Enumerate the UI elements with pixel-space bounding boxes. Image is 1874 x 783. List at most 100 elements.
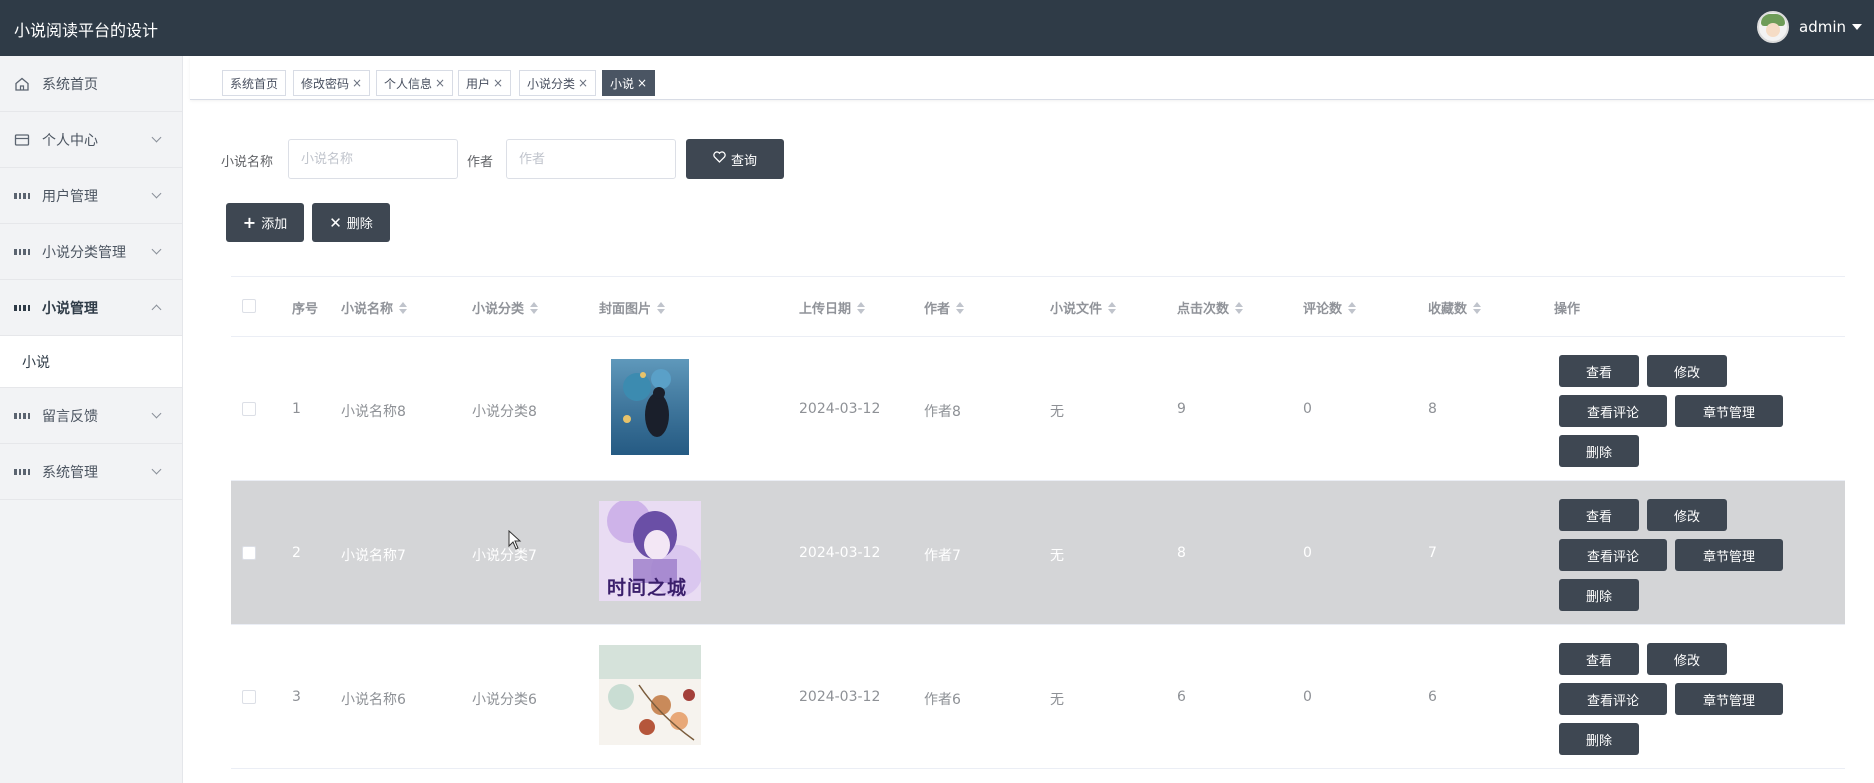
col-actions: 操作: [1554, 302, 1581, 317]
cell-category: 小说分类7: [472, 548, 537, 564]
sidebar-item-home[interactable]: 系统首页: [0, 56, 182, 112]
user-menu[interactable]: admin: [1757, 11, 1862, 43]
sidebar-item-label: 留言反馈: [42, 408, 98, 425]
close-icon[interactable]: ×: [578, 76, 588, 90]
delete-row-button[interactable]: 删除: [1559, 723, 1639, 755]
sort-icon: [857, 301, 866, 314]
caret-down-icon[interactable]: [1852, 24, 1862, 30]
cell-comments: 0: [1303, 689, 1312, 705]
table-row[interactable]: 1 小说名称8 小说分类8 2024-03-12 作者8 无 9 0 8 查看 …: [231, 337, 1845, 481]
cover-image[interactable]: 时间之城: [599, 501, 701, 601]
view-button[interactable]: 查看: [1559, 643, 1639, 675]
cell-index: 1: [292, 401, 301, 417]
sidebar-item-label: 个人中心: [42, 132, 98, 149]
tab-novel[interactable]: 小说 ×: [602, 70, 656, 96]
sidebar-subitem-novel[interactable]: 小说: [0, 336, 182, 388]
view-comments-button[interactable]: 查看评论: [1559, 395, 1667, 427]
sidebar-item-label: 系统首页: [42, 76, 98, 93]
sort-icon: [530, 301, 539, 314]
delete-row-button[interactable]: 删除: [1559, 579, 1639, 611]
col-author[interactable]: 作者: [924, 298, 965, 317]
chevron-down-icon: [151, 188, 162, 199]
cell-name: 小说名称6: [341, 692, 406, 708]
sort-icon: [657, 301, 666, 314]
sidebar-item-personal[interactable]: 个人中心: [0, 112, 182, 168]
cell-clicks: 9: [1177, 401, 1186, 417]
delete-row-button[interactable]: 删除: [1559, 435, 1639, 467]
edit-button[interactable]: 修改: [1647, 355, 1727, 387]
cell-clicks: 6: [1177, 689, 1186, 705]
sort-icon: [956, 301, 965, 314]
col-file[interactable]: 小说文件: [1050, 298, 1117, 317]
cell-author: 作者8: [924, 404, 961, 420]
author-label: 作者: [467, 155, 494, 170]
view-button[interactable]: 查看: [1559, 499, 1639, 531]
avatar[interactable]: [1757, 11, 1789, 43]
close-icon[interactable]: ×: [435, 76, 445, 90]
view-button[interactable]: 查看: [1559, 355, 1639, 387]
sort-icon: [399, 301, 408, 314]
sort-icon: [1108, 301, 1117, 314]
tab-users[interactable]: 用户 ×: [458, 70, 512, 96]
col-cover[interactable]: 封面图片: [599, 298, 666, 317]
sidebar-item-category[interactable]: 小说分类管理: [0, 224, 182, 280]
chevron-down-icon: [151, 132, 162, 143]
home-icon: [14, 76, 30, 92]
col-favorites[interactable]: 收藏数: [1428, 298, 1482, 317]
add-button[interactable]: + 添加: [226, 203, 304, 242]
chapter-management-button[interactable]: 章节管理: [1675, 539, 1783, 571]
view-comments-button[interactable]: 查看评论: [1559, 683, 1667, 715]
tab-category[interactable]: 小说分类 ×: [519, 70, 597, 96]
sort-icon: [1235, 301, 1244, 314]
select-all-checkbox[interactable]: [242, 299, 256, 313]
sidebar-item-users[interactable]: 用户管理: [0, 168, 182, 224]
sidebar-item-system[interactable]: 系统管理: [0, 444, 182, 500]
cell-category: 小说分类6: [472, 692, 537, 708]
tab-personal-info[interactable]: 个人信息 ×: [376, 70, 454, 96]
cover-image[interactable]: [599, 645, 701, 745]
row-checkbox[interactable]: [242, 546, 256, 560]
table-row[interactable]: 3 小说名称6 小说分类6 2024-03-12 作者6 无 6 0 6 查看 …: [231, 625, 1845, 769]
wallet-icon: [14, 132, 30, 148]
cell-file: 无: [1050, 404, 1064, 420]
delete-button[interactable]: ✕ 删除: [312, 203, 390, 242]
tab-home[interactable]: 系统首页: [222, 70, 287, 96]
cover-title-text: 时间之城: [607, 577, 688, 599]
query-button[interactable]: 查询: [686, 139, 784, 179]
username[interactable]: admin: [1799, 18, 1846, 36]
chapter-management-button[interactable]: 章节管理: [1675, 395, 1783, 427]
close-icon[interactable]: ×: [493, 76, 503, 90]
row-checkbox[interactable]: [242, 402, 256, 416]
chapter-management-button[interactable]: 章节管理: [1675, 683, 1783, 715]
grid-icon: [14, 188, 30, 204]
cell-favorites: 7: [1428, 545, 1437, 561]
table-row[interactable]: 2 小说名称7 小说分类7 时间之城 2024-03-12 作者7 无 8 0 …: [231, 481, 1845, 625]
top-header: 小说阅读平台的设计 admin: [0, 0, 1874, 56]
close-icon[interactable]: ×: [637, 76, 647, 90]
sidebar-item-novels[interactable]: 小说管理: [0, 280, 182, 336]
cell-index: 3: [292, 689, 301, 705]
author-input[interactable]: [506, 139, 676, 179]
tab-change-password[interactable]: 修改密码 ×: [293, 70, 371, 96]
cell-name: 小说名称8: [341, 404, 406, 420]
view-comments-button[interactable]: 查看评论: [1559, 539, 1667, 571]
row-checkbox[interactable]: [242, 690, 256, 704]
col-category[interactable]: 小说分类: [472, 298, 539, 317]
close-icon[interactable]: ×: [352, 76, 362, 90]
novel-name-input[interactable]: [288, 139, 458, 179]
edit-button[interactable]: 修改: [1647, 499, 1727, 531]
chevron-down-icon: [151, 464, 162, 475]
tab-bar: 系统首页 修改密码 × 个人信息 × 用户 × 小说分类 × 小说 ×: [190, 56, 1874, 100]
col-name[interactable]: 小说名称: [341, 298, 408, 317]
cell-comments: 0: [1303, 545, 1312, 561]
col-clicks[interactable]: 点击次数: [1177, 298, 1244, 317]
close-icon: ✕: [329, 213, 342, 232]
chevron-down-icon: [151, 408, 162, 419]
cover-image[interactable]: [599, 357, 701, 457]
sidebar-item-feedback[interactable]: 留言反馈: [0, 388, 182, 444]
grid-icon: [14, 244, 30, 260]
edit-button[interactable]: 修改: [1647, 643, 1727, 675]
col-comments[interactable]: 评论数: [1303, 298, 1357, 317]
grid-icon: [14, 300, 30, 316]
col-date[interactable]: 上传日期: [799, 298, 866, 317]
